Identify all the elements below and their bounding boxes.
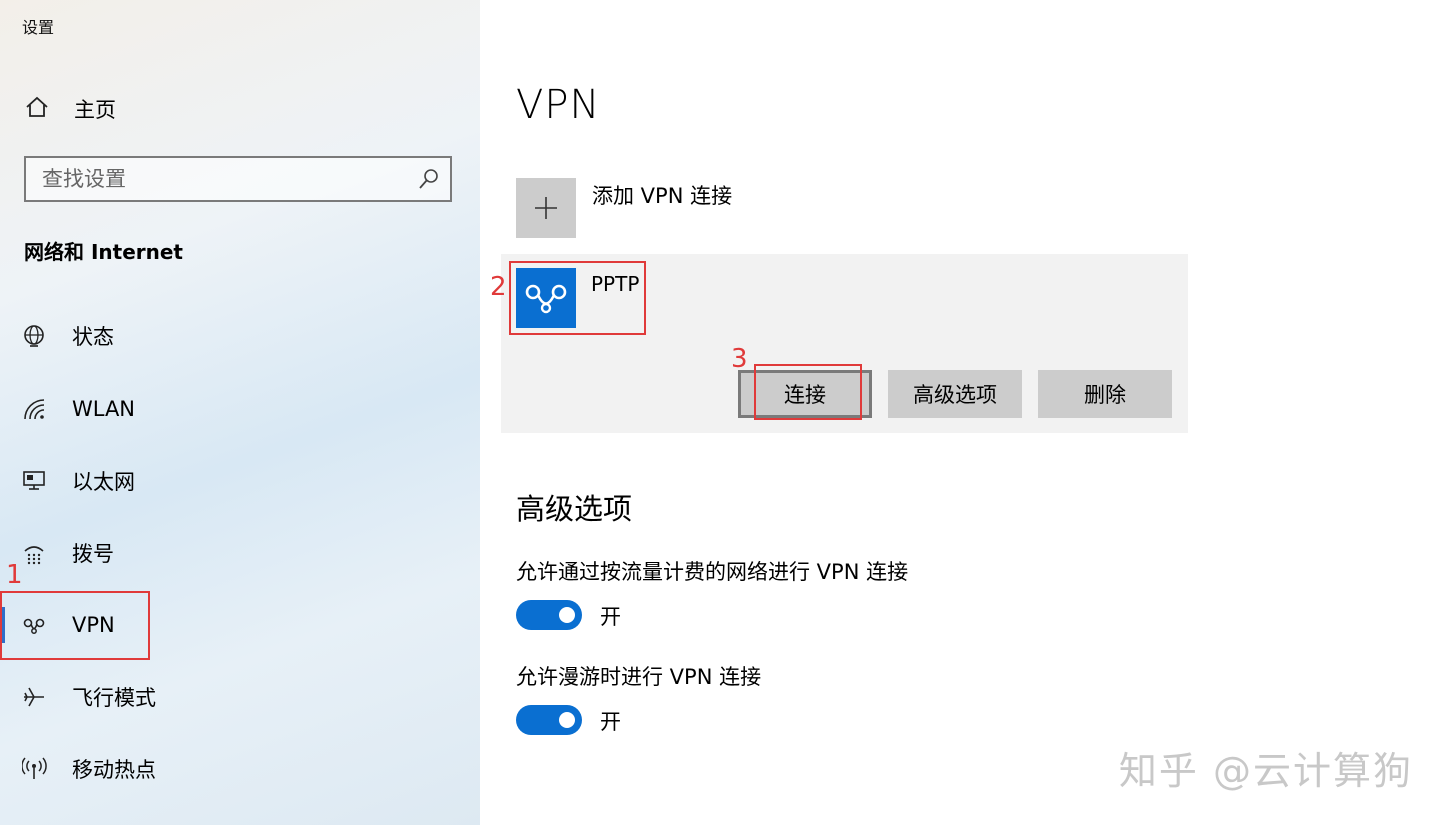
annotation-box-pptp	[509, 261, 646, 335]
wifi-icon	[22, 397, 48, 421]
ethernet-icon	[22, 469, 48, 493]
sidebar-item-label: 飞行模式	[72, 686, 156, 710]
sidebar-home[interactable]: 主页	[24, 92, 116, 126]
annotation-number-1: 1	[6, 560, 23, 590]
add-vpn-button[interactable]: 添加 VPN 连接	[516, 178, 732, 238]
sidebar-home-label: 主页	[74, 98, 116, 122]
toggle-knob	[559, 712, 575, 728]
page-title: VPN	[516, 82, 601, 128]
sidebar-item-label: 状态	[72, 325, 114, 349]
toggle-knob	[559, 607, 575, 623]
sidebar-item-ethernet[interactable]: 以太网	[0, 457, 480, 505]
sidebar: 设置 主页 网络和 Internet 状态 WLAN 以太网	[0, 0, 480, 825]
roaming-option-label: 允许漫游时进行 VPN 连接	[516, 665, 762, 689]
plus-icon	[516, 178, 576, 238]
delete-button[interactable]: 删除	[1038, 370, 1172, 418]
metered-network-option-label: 允许通过按流量计费的网络进行 VPN 连接	[516, 560, 909, 584]
sidebar-item-airplane[interactable]: 飞行模式	[0, 673, 480, 721]
window-title: 设置	[22, 18, 55, 37]
main-panel: VPN 添加 VPN 连接 PPTP 连接 高级选项 删除 2 3 高级选项 允…	[480, 0, 1451, 825]
annotation-number-2: 2	[490, 272, 507, 302]
home-icon	[24, 95, 50, 123]
globe-icon	[22, 324, 48, 348]
metered-network-toggle[interactable]	[516, 600, 582, 630]
hotspot-icon	[21, 757, 48, 781]
sidebar-item-status[interactable]: 状态	[0, 312, 480, 360]
roaming-toggle[interactable]	[516, 705, 582, 735]
sidebar-item-label: 以太网	[72, 470, 135, 494]
sidebar-item-label: WLAN	[72, 397, 136, 421]
sidebar-item-wlan[interactable]: WLAN	[0, 385, 480, 433]
advanced-options-button[interactable]: 高级选项	[888, 370, 1022, 418]
metered-network-toggle-state: 开	[600, 605, 621, 629]
search-icon[interactable]	[418, 168, 440, 194]
section-title: 网络和 Internet	[24, 240, 183, 264]
airplane-icon	[22, 685, 48, 709]
sidebar-item-label: 拨号	[72, 542, 114, 566]
annotation-box-connect	[754, 364, 862, 420]
annotation-box-vpn	[0, 591, 150, 660]
annotation-number-3: 3	[731, 344, 748, 374]
search-box[interactable]	[24, 156, 452, 202]
search-input[interactable]	[26, 158, 422, 200]
watermark: 知乎 @云计算狗	[1118, 749, 1413, 793]
add-vpn-label: 添加 VPN 连接	[592, 184, 733, 208]
dialup-icon	[22, 541, 48, 565]
sidebar-item-label: 移动热点	[72, 758, 156, 782]
sidebar-item-hotspot[interactable]: 移动热点	[0, 745, 480, 793]
advanced-options-heading: 高级选项	[516, 492, 633, 526]
sidebar-item-dialup[interactable]: 拨号	[0, 529, 480, 577]
roaming-toggle-state: 开	[600, 710, 621, 734]
